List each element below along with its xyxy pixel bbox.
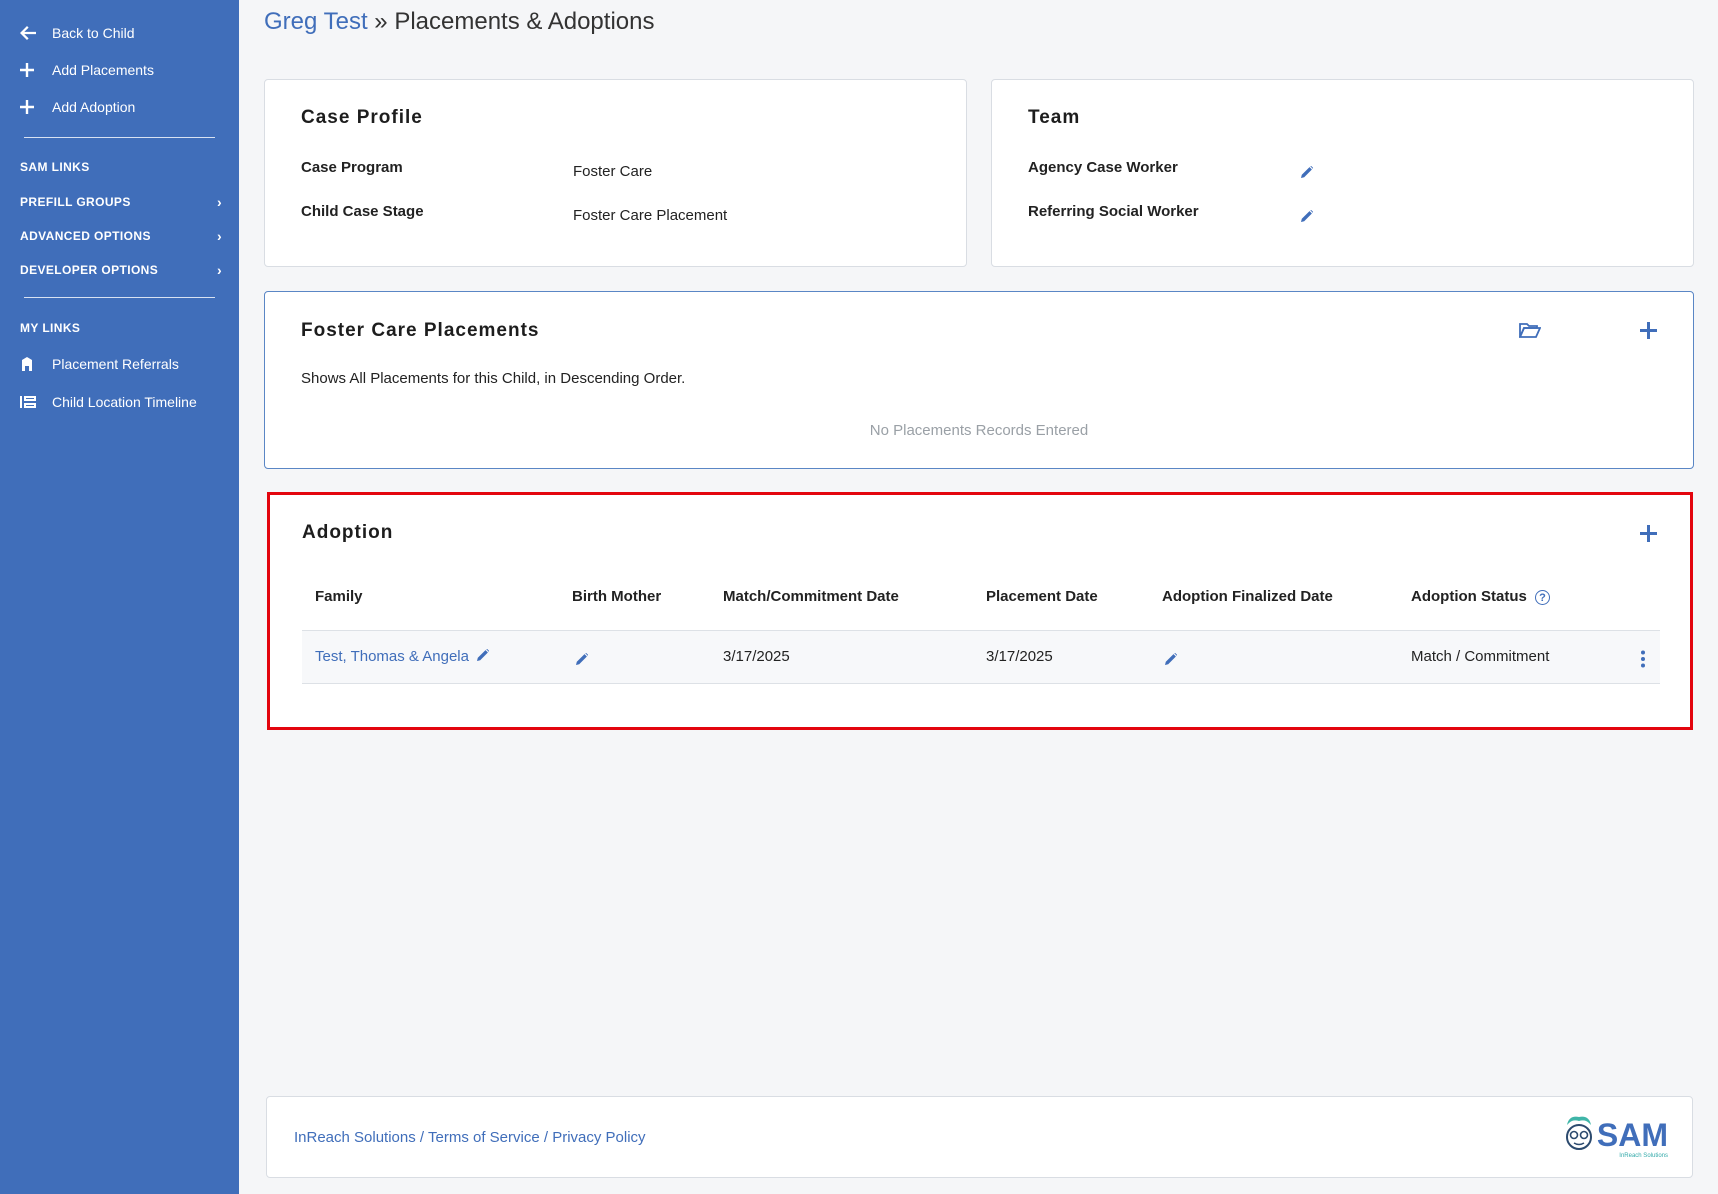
sidebar-divider: [24, 297, 215, 298]
column-header-family: Family: [315, 588, 363, 605]
placement-referrals-label: Placement Referrals: [52, 356, 179, 372]
timeline-icon: [20, 395, 52, 409]
breadcrumb-child-link[interactable]: Greg Test: [264, 8, 368, 35]
building-icon: [20, 357, 52, 371]
child-location-timeline-link[interactable]: Child Location Timeline: [20, 391, 197, 413]
advanced-options-label: ADVANCED OPTIONS: [20, 229, 151, 243]
child-location-timeline-label: Child Location Timeline: [52, 394, 197, 410]
edit-family-pencil-icon[interactable]: [477, 648, 490, 661]
my-links-label: MY LINKS: [20, 321, 81, 335]
sam-logo-text: SAM: [1596, 1117, 1668, 1153]
add-placement-plus-icon[interactable]: [1640, 322, 1658, 340]
sam-links-label: SAM LINKS: [20, 160, 90, 174]
team-title: Team: [1028, 107, 1081, 128]
referring-social-worker-label: Referring Social Worker: [1028, 203, 1199, 220]
column-header-adoption-status: Adoption Status: [1411, 588, 1527, 605]
child-case-stage-label: Child Case Stage: [301, 203, 424, 220]
arrow-left-icon: [20, 26, 52, 40]
row-menu-kebab-icon[interactable]: [1639, 650, 1647, 668]
sam-mascot-icon: [1563, 1115, 1595, 1155]
case-program-value: Foster Care: [573, 163, 653, 180]
family-link[interactable]: Test, Thomas & Angela: [315, 648, 469, 665]
footer-separator: /: [539, 1129, 553, 1146]
match-date-cell: 3/17/2025: [723, 648, 790, 665]
chevron-right-icon: ›: [216, 228, 222, 244]
folder-open-icon[interactable]: [1518, 322, 1542, 340]
terms-of-service-link[interactable]: Terms of Service: [428, 1129, 540, 1146]
sidebar-divider: [24, 137, 215, 138]
add-placements-link[interactable]: Add Placements: [20, 59, 154, 81]
sidebar: Back to Child Add Placements Add Adoptio…: [0, 0, 239, 1194]
chevron-right-icon: ›: [216, 194, 222, 210]
column-header-placement-date: Placement Date: [986, 588, 1098, 605]
add-adoption-link[interactable]: Add Adoption: [20, 96, 135, 118]
add-adoption-label: Add Adoption: [52, 99, 136, 115]
back-to-child-link[interactable]: Back to Child: [20, 22, 134, 44]
edit-finalized-date-pencil-icon[interactable]: [1165, 652, 1178, 665]
foster-care-description: Shows All Placements for this Child, in …: [301, 370, 686, 387]
prefill-groups-label: PREFILL GROUPS: [20, 195, 131, 209]
plus-icon: [20, 100, 52, 114]
adoption-card: Adoption Family Birth Mother Match/Commi…: [267, 492, 1693, 730]
developer-options-label: DEVELOPER OPTIONS: [20, 263, 159, 277]
privacy-policy-link[interactable]: Privacy Policy: [552, 1129, 645, 1146]
my-links-header: MY LINKS: [20, 321, 220, 335]
column-header-match-date: Match/Commitment Date: [723, 588, 899, 605]
chevron-right-icon: ›: [216, 262, 222, 278]
page-title: Greg Test » Placements & Adoptions: [264, 8, 654, 36]
child-case-stage-value: Foster Care Placement: [573, 207, 728, 224]
empty-placements-message: No Placements Records Entered: [869, 422, 1089, 439]
foster-care-placements-title: Foster Care Placements: [301, 320, 540, 341]
edit-referring-social-worker-pencil-icon[interactable]: [1301, 209, 1314, 222]
footer-separator: /: [415, 1129, 428, 1146]
edit-birth-mother-pencil-icon[interactable]: [576, 652, 589, 665]
add-adoption-plus-icon[interactable]: [1640, 525, 1658, 543]
edit-agency-case-worker-pencil-icon[interactable]: [1301, 165, 1314, 178]
placement-date-cell: 3/17/2025: [986, 648, 1053, 665]
back-to-child-label: Back to Child: [52, 25, 135, 41]
family-cell: Test, Thomas & Angela: [315, 648, 490, 665]
adoption-status-help-icon[interactable]: ?: [1535, 590, 1550, 605]
placement-referrals-link[interactable]: Placement Referrals: [20, 353, 179, 375]
case-profile-card: Case Profile Case Program Foster Care Ch…: [264, 79, 967, 267]
case-profile-title: Case Profile: [301, 107, 423, 128]
breadcrumb-separator: »: [374, 8, 388, 35]
column-header-finalized-date: Adoption Finalized Date: [1162, 588, 1333, 605]
page-title-text: Placements & Adoptions: [394, 8, 655, 35]
inreach-solutions-link[interactable]: InReach Solutions: [294, 1129, 416, 1146]
plus-icon: [20, 63, 52, 77]
sam-links-section[interactable]: SAM LINKS: [20, 160, 220, 174]
column-header-birth-mother: Birth Mother: [572, 588, 662, 605]
developer-options-section[interactable]: DEVELOPER OPTIONS ›: [20, 262, 222, 278]
foster-care-placements-card: Foster Care Placements Shows All Placeme…: [264, 291, 1694, 469]
adoption-status-cell: Match / Commitment: [1411, 648, 1550, 665]
sam-logo-subtext: InReach Solutions: [1619, 1153, 1668, 1159]
sam-logo: SAM InReach Solutions: [1563, 1115, 1668, 1159]
team-card: Team Agency Case Worker Referring Social…: [991, 79, 1694, 267]
advanced-options-section[interactable]: ADVANCED OPTIONS ›: [20, 228, 222, 244]
prefill-groups-section[interactable]: PREFILL GROUPS ›: [20, 194, 222, 210]
footer: InReach Solutions / Terms of Service / P…: [266, 1096, 1693, 1178]
adoption-title: Adoption: [302, 522, 394, 543]
agency-case-worker-label: Agency Case Worker: [1028, 159, 1178, 176]
table-row-divider: [302, 683, 1660, 684]
add-placements-label: Add Placements: [52, 62, 154, 78]
case-program-label: Case Program: [301, 159, 403, 176]
footer-links: InReach Solutions / Terms of Service / P…: [294, 1129, 646, 1146]
